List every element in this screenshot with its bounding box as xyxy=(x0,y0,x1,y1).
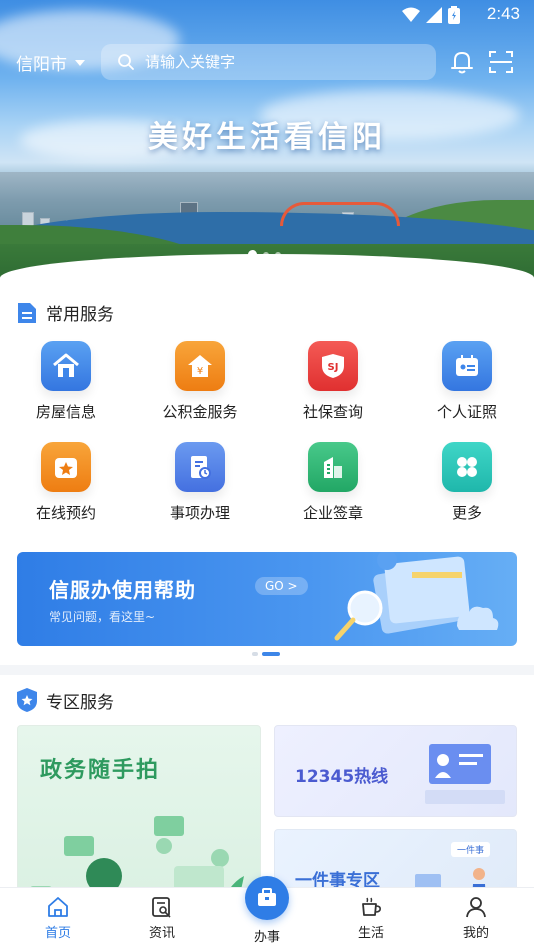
service-matter-handling[interactable]: 事项办理 xyxy=(140,442,260,523)
nav-label: 生活 xyxy=(357,926,384,941)
hotline-screen-illustration xyxy=(425,744,505,804)
folder-magnifier-illustration xyxy=(334,552,499,641)
banner-indicator xyxy=(252,652,280,656)
banner-subtitle: 常见问题，看这里~ xyxy=(49,610,156,624)
zone-services-header: 专区服务 xyxy=(16,687,114,713)
nav-home[interactable]: 首页 xyxy=(18,896,98,941)
service-label: 企业签章 xyxy=(302,504,363,522)
search-input[interactable] xyxy=(145,53,385,71)
coffee-cup-icon xyxy=(362,897,381,916)
service-house-info[interactable]: 房屋信息 xyxy=(6,341,126,422)
hero-banner[interactable]: 美好生活看信阳 xyxy=(0,0,534,280)
search-icon xyxy=(118,54,134,70)
nav-services-label-wrap[interactable]: 办事 xyxy=(227,926,307,945)
news-icon xyxy=(152,897,171,918)
service-online-booking[interactable]: 在线预约 xyxy=(6,442,126,523)
svg-text:SJ: SJ xyxy=(328,362,339,373)
svg-text:¥: ¥ xyxy=(197,366,203,377)
nav-label: 首页 xyxy=(44,926,71,941)
bottom-nav: 首页 资讯 办事 生活 我的 xyxy=(0,876,534,950)
service-more[interactable]: 更多 xyxy=(407,442,527,523)
banner-dot[interactable] xyxy=(262,652,280,656)
search-bar[interactable] xyxy=(101,44,436,80)
service-housing-fund[interactable]: ¥ 公积金服务 xyxy=(140,341,260,422)
id-card-icon xyxy=(442,341,492,391)
status-icons xyxy=(402,6,460,24)
city-label: 信阳市 xyxy=(16,55,67,75)
carousel-dot[interactable] xyxy=(275,251,281,258)
nav-label: 资讯 xyxy=(148,926,175,941)
briefcase-icon xyxy=(258,888,276,906)
banner-title: 信服办使用帮助 xyxy=(49,578,196,602)
service-social-security[interactable]: SJ 社保查询 xyxy=(273,341,393,422)
service-label: 在线预约 xyxy=(35,504,96,522)
nav-mine[interactable]: 我的 xyxy=(436,896,516,941)
nav-label: 我的 xyxy=(462,926,489,941)
status-time: 2:43 xyxy=(486,4,520,23)
service-label: 房屋信息 xyxy=(35,403,96,421)
nav-life[interactable]: 生活 xyxy=(331,896,411,941)
zone-card-title: 政务随手拍 xyxy=(40,758,161,783)
nav-news[interactable]: 资讯 xyxy=(122,896,202,941)
caret-down-icon xyxy=(75,59,85,66)
carousel-dot[interactable] xyxy=(248,250,257,259)
housing-fund-icon: ¥ xyxy=(175,341,225,391)
social-security-icon: SJ xyxy=(308,341,358,391)
banner-dot[interactable] xyxy=(252,652,258,656)
service-personal-license[interactable]: 个人证照 xyxy=(407,341,527,422)
help-banner[interactable]: 信服办使用帮助 GO > 常见问题，看这里~ xyxy=(17,552,517,646)
nav-label: 办事 xyxy=(253,930,280,945)
hero-title: 美好生活看信阳 xyxy=(148,120,386,155)
star-calendar-icon xyxy=(41,442,91,492)
home-icon xyxy=(48,897,68,917)
zone-card-title: 12345热线 xyxy=(295,767,389,787)
service-label: 事项办理 xyxy=(169,504,230,522)
building-icon xyxy=(308,442,358,492)
service-label: 个人证照 xyxy=(436,403,497,421)
top-header: 信阳市 xyxy=(0,44,534,80)
bell-icon[interactable] xyxy=(448,48,476,76)
common-services-header: 常用服务 xyxy=(16,300,114,325)
section-title: 专区服务 xyxy=(46,692,114,713)
nav-services-button[interactable] xyxy=(245,876,289,920)
app-page: 美好生活看信阳 2:43 信阳市 常用服务 xyxy=(0,0,534,950)
wifi-icon xyxy=(402,7,420,22)
scan-icon[interactable] xyxy=(487,48,515,76)
service-label: 公积金服务 xyxy=(162,403,238,421)
signal-icon xyxy=(426,7,442,23)
battery-icon xyxy=(448,6,460,24)
house-icon xyxy=(41,341,91,391)
service-label: 更多 xyxy=(451,504,482,522)
section-title: 常用服务 xyxy=(46,305,114,325)
zone-card-hotline[interactable]: 12345热线 xyxy=(274,725,517,817)
grid-more-icon xyxy=(442,442,492,492)
user-icon xyxy=(466,897,486,918)
carousel-dot[interactable] xyxy=(263,251,269,258)
go-button[interactable]: GO > xyxy=(255,577,308,595)
document-icon xyxy=(18,302,36,323)
service-enterprise-seal[interactable]: 企业签章 xyxy=(273,442,393,523)
shield-star-icon xyxy=(17,688,37,712)
status-bar: 2:43 xyxy=(0,0,534,30)
city-selector[interactable]: 信阳市 xyxy=(16,50,85,75)
document-clock-icon xyxy=(175,442,225,492)
service-label: 社保查询 xyxy=(302,403,363,421)
bridge-decoration xyxy=(280,202,400,226)
carousel-indicator xyxy=(248,250,281,259)
